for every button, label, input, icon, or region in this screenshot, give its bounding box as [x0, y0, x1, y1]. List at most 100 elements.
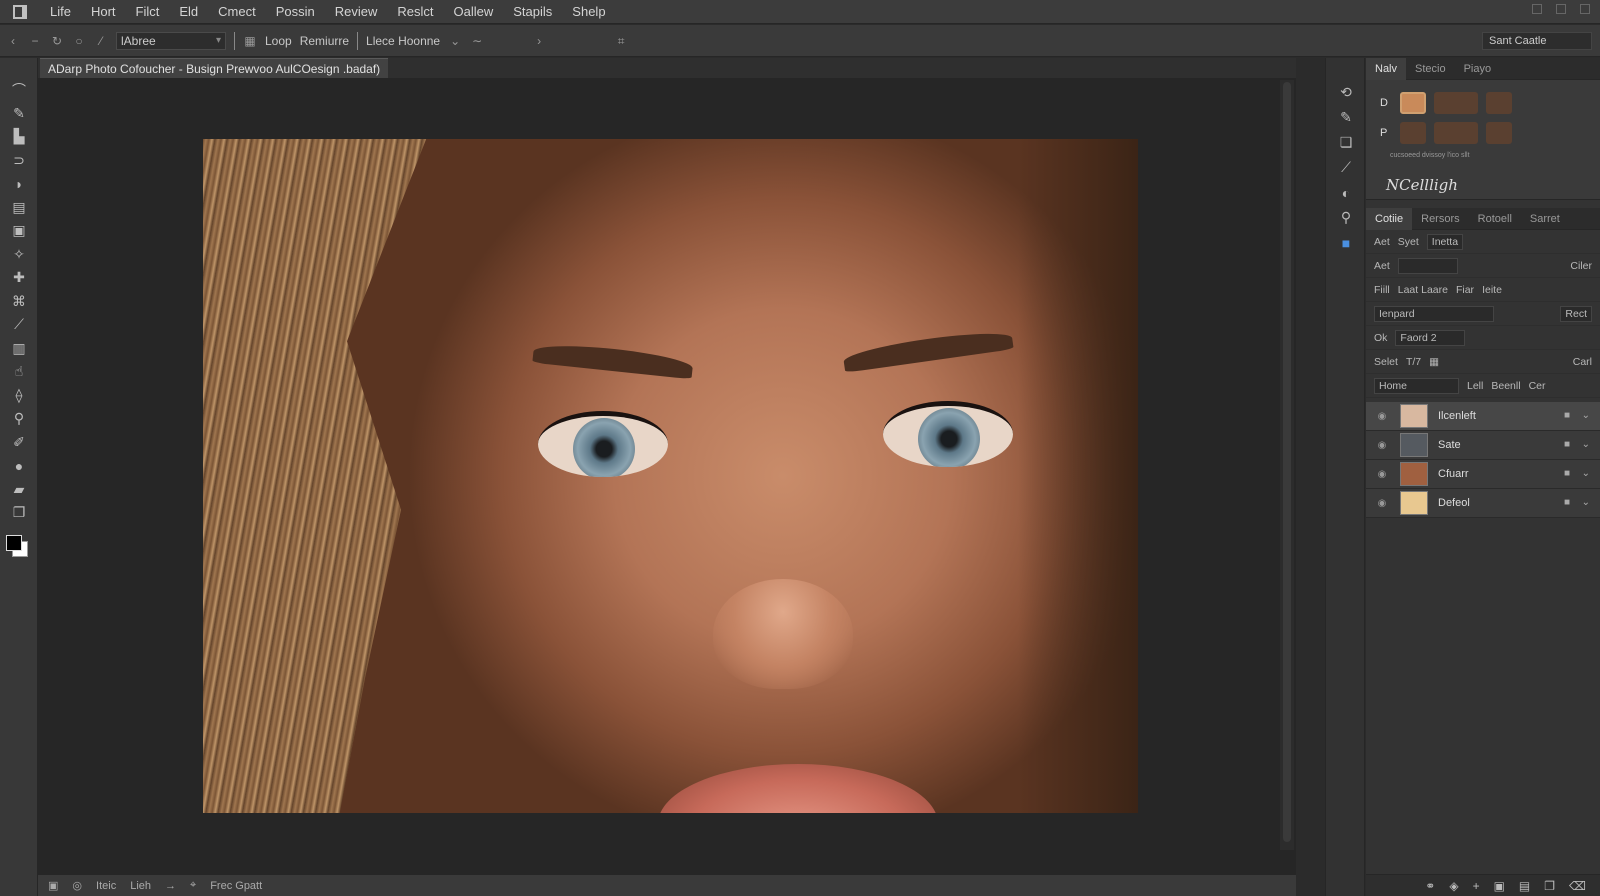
- canvas-vertical-scrollbar[interactable]: [1280, 80, 1294, 850]
- prop-label[interactable]: Ciler: [1570, 260, 1592, 272]
- visibility-eye-icon[interactable]: ◉: [1374, 411, 1390, 422]
- curve-tool-icon[interactable]: ⊃: [0, 149, 38, 173]
- layers-tab[interactable]: Fiill: [1374, 284, 1390, 296]
- tab-stecio[interactable]: Stecio: [1406, 58, 1455, 80]
- maximize-icon[interactable]: [1556, 4, 1566, 14]
- dropper-tool-icon[interactable]: ⟠: [0, 384, 38, 408]
- smudge-tool-icon[interactable]: ⟋: [0, 313, 38, 337]
- menu-item-review[interactable]: Review: [325, 0, 388, 24]
- foreground-color-swatch[interactable]: [6, 534, 22, 551]
- crop-icon[interactable]: ⌗: [614, 34, 628, 48]
- tab-rersors[interactable]: Rersors: [1412, 208, 1469, 230]
- menu-item-hort[interactable]: Hort: [81, 0, 126, 24]
- image-tool-icon[interactable]: ▤: [0, 196, 38, 220]
- layer-row[interactable]: ◉ Cfuarr ■ ⌄: [1366, 460, 1600, 489]
- menu-item-reslct[interactable]: Reslct: [387, 0, 443, 24]
- menu-item-possin[interactable]: Possin: [266, 0, 325, 24]
- layers-tab[interactable]: Ieite: [1482, 284, 1502, 296]
- chevron-down-icon[interactable]: ⌄: [1582, 439, 1590, 450]
- pen-tool-icon[interactable]: ✎: [0, 102, 38, 126]
- lasso-tool-icon[interactable]: ⌒: [0, 78, 38, 102]
- close-icon[interactable]: [1580, 4, 1590, 14]
- app-logo[interactable]: [0, 0, 40, 24]
- fx-icon[interactable]: ◈: [1449, 879, 1458, 893]
- lock-icon[interactable]: ■: [1564, 439, 1570, 450]
- opacity-field[interactable]: Faord 2: [1395, 329, 1466, 346]
- wand-tool-icon[interactable]: ✧: [0, 243, 38, 267]
- visibility-eye-icon[interactable]: ◉: [1374, 498, 1390, 509]
- brush-preset[interactable]: [1486, 92, 1512, 114]
- circle-icon[interactable]: ○: [72, 34, 86, 48]
- brush-panel-icon[interactable]: ✎: [1326, 105, 1366, 130]
- portrait-photo[interactable]: [203, 139, 1138, 813]
- prop-field[interactable]: Inetta: [1426, 233, 1464, 250]
- chevron-down-icon[interactable]: ⌄: [1582, 497, 1590, 508]
- history-panel-icon[interactable]: ⟲: [1326, 80, 1366, 105]
- layers-tool-icon[interactable]: ❐: [0, 501, 38, 525]
- trash-icon[interactable]: ⌫: [1569, 879, 1586, 893]
- link-icon[interactable]: ⚭: [1425, 879, 1435, 893]
- dodge-tool-icon[interactable]: ◗: [0, 172, 38, 196]
- back-arrow-icon[interactable]: ‹: [6, 34, 20, 48]
- menu-item-oallew[interactable]: Oallew: [444, 0, 504, 24]
- grid-icon[interactable]: ▦: [243, 34, 257, 48]
- history-icon[interactable]: ↻: [50, 34, 64, 48]
- adjust-panel-icon[interactable]: ◐: [1326, 180, 1366, 205]
- minimize-icon[interactable]: [1532, 4, 1542, 14]
- prop-slider[interactable]: [1397, 257, 1458, 274]
- option-loop[interactable]: Loop: [265, 34, 292, 48]
- status-item-frec-gpatt[interactable]: Frec Gpatt: [210, 880, 262, 892]
- heal-tool-icon[interactable]: ✚: [0, 266, 38, 290]
- minus-icon[interactable]: −: [28, 34, 42, 48]
- lock-icon[interactable]: ■: [1564, 468, 1570, 479]
- target-icon[interactable]: ◎: [72, 879, 82, 892]
- clone-panel-icon[interactable]: ❏: [1326, 130, 1366, 155]
- color-swatches[interactable]: [0, 531, 38, 561]
- info-panel-icon[interactable]: ■: [1326, 230, 1366, 255]
- layers-tab[interactable]: Fiar: [1456, 284, 1474, 296]
- brush-preset[interactable]: [1434, 122, 1478, 144]
- layer-row[interactable]: ◉ Sate ■ ⌄: [1366, 431, 1600, 460]
- document-tab[interactable]: ADarp Photo Cofoucher - Busign Prewvoo A…: [40, 58, 389, 78]
- layer-row[interactable]: ◉ Ilcenleft ■ ⌄: [1366, 402, 1600, 431]
- zoom-panel-icon[interactable]: ⚲: [1326, 205, 1366, 230]
- add-layer-icon[interactable]: +: [1473, 879, 1480, 893]
- menu-item-life[interactable]: Life: [40, 0, 81, 24]
- chevron-down-icon[interactable]: ⌄: [448, 34, 462, 48]
- paint-panel-icon[interactable]: ⟋: [1326, 155, 1366, 180]
- scrollbar-thumb[interactable]: [1283, 82, 1291, 842]
- finger-tool-icon[interactable]: ☝: [0, 360, 38, 384]
- prop-label[interactable]: Beenll: [1491, 380, 1520, 392]
- layers-tab[interactable]: Laat Laare: [1398, 284, 1448, 296]
- brush-preset[interactable]: [1400, 122, 1426, 144]
- new-layer-icon[interactable]: ❐: [1544, 879, 1555, 893]
- frame-tool-icon[interactable]: ▣: [0, 219, 38, 243]
- brush-tool-icon[interactable]: ⚲: [0, 407, 38, 431]
- sphere-tool-icon[interactable]: ●: [0, 454, 38, 478]
- tab-piayo[interactable]: Piayo: [1455, 58, 1501, 80]
- chevron-right-icon[interactable]: ›: [532, 34, 546, 48]
- brush-preset[interactable]: [1434, 92, 1478, 114]
- pencil-tool-icon[interactable]: ✐: [0, 431, 38, 455]
- mask-icon[interactable]: ▣: [1494, 879, 1505, 893]
- menu-item-eld[interactable]: Eld: [169, 0, 208, 24]
- chevron-down-icon[interactable]: ⌄: [1582, 468, 1590, 479]
- layer-row[interactable]: ◉ Defeol ■ ⌄: [1366, 489, 1600, 518]
- menu-item-filct[interactable]: Filct: [126, 0, 170, 24]
- option-llece-hoonne[interactable]: Llece Hoonne: [366, 34, 440, 48]
- prop-label[interactable]: Cer: [1529, 380, 1546, 392]
- tab-sarret[interactable]: Sarret: [1521, 208, 1569, 230]
- lock-icon[interactable]: ■: [1564, 410, 1570, 421]
- blend-right-field[interactable]: Rect: [1560, 305, 1592, 322]
- status-item-iteic[interactable]: Iteic: [96, 880, 116, 892]
- brush-preset[interactable]: [1486, 122, 1512, 144]
- blend-mode-select[interactable]: Ienpard: [1374, 305, 1494, 322]
- preset-select[interactable]: lAbree: [116, 31, 226, 50]
- folder-icon[interactable]: ▤: [1519, 879, 1530, 893]
- chevron-down-icon[interactable]: ⌄: [1582, 410, 1590, 421]
- tab-cotiie[interactable]: Cotiie: [1366, 207, 1413, 230]
- prop-label[interactable]: Carl: [1573, 356, 1592, 368]
- lock-icon[interactable]: ■: [1564, 497, 1570, 508]
- tab-nalv[interactable]: Nalv: [1366, 57, 1407, 80]
- tab-rotoell[interactable]: Rotoell: [1469, 208, 1521, 230]
